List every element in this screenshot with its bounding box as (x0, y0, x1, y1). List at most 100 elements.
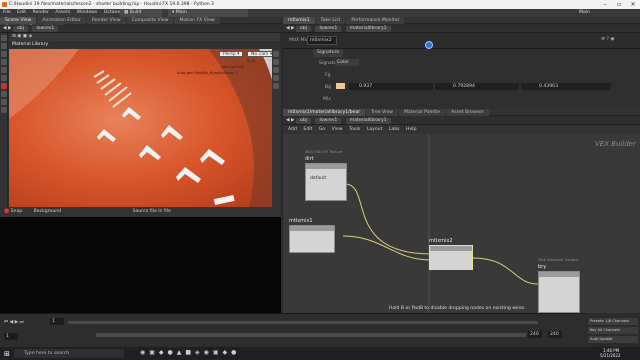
snap-icon[interactable]: ⬤ (4, 209, 9, 214)
pose-tool-icon[interactable] (1, 75, 7, 81)
bg-color-swatch[interactable] (336, 83, 345, 89)
network-path-materiallibrary1[interactable]: materiallibrary1 (345, 118, 391, 124)
viewport-header: Material Library (9, 41, 280, 49)
tab-performance-monitor[interactable]: Performance Monitor (346, 17, 405, 24)
tab-render-view[interactable]: Render View (86, 17, 126, 24)
tab-animation-editor[interactable]: Animation Editor (37, 17, 86, 24)
taskbar-app-icons[interactable]: ◉▣◆●▲■◈◉▣◆● (140, 349, 240, 356)
path-obj[interactable]: obj (296, 26, 312, 32)
camera-tool-icon[interactable] (1, 91, 7, 97)
param-header-icons[interactable]: ⚙ ? ◉ (601, 37, 615, 42)
persp-button[interactable]: Persp ▾ (219, 51, 244, 57)
desktop-main-right[interactable]: Main (575, 9, 615, 17)
key-all-channels[interactable]: Key All Channels (588, 327, 638, 334)
close-button[interactable]: ✕ (626, 0, 640, 9)
path-obj[interactable]: obj (13, 26, 29, 32)
shaded-icon[interactable] (273, 75, 279, 81)
background-label[interactable]: Background (34, 209, 61, 214)
viewport-info-2: aws.md 0.00 (221, 65, 245, 69)
net-menu-tools[interactable]: Tools (349, 127, 360, 132)
playback-controls[interactable]: ⏮ ◀ ▶ ⏭ (4, 319, 24, 325)
tab-asset-browser[interactable]: Asset Browser (446, 109, 489, 116)
rotate-tool-icon[interactable] (1, 51, 7, 57)
menu-octane[interactable]: Octane (104, 10, 121, 15)
menu-render[interactable]: Render (33, 10, 49, 15)
net-menu-edit[interactable]: Edit (303, 127, 312, 132)
net-menu-help[interactable]: Help (406, 127, 416, 132)
node-dirt-name: dirt (305, 156, 314, 162)
minimize-button[interactable]: – (598, 0, 612, 9)
tab-signature[interactable]: Signature (313, 49, 344, 57)
bg-b-field[interactable]: 0.43963 (521, 83, 611, 90)
bg-g-field[interactable]: 0.792894 (435, 83, 519, 90)
move-tool-icon[interactable] (1, 43, 7, 49)
node-mtlxmix1[interactable] (289, 225, 335, 253)
viewport-toolbar-icons[interactable]: ⊞ ◉ ▣ ◈ (12, 34, 32, 39)
net-menu-labs[interactable]: Labs (389, 127, 400, 132)
node-mtlxmix2[interactable] (429, 245, 473, 270)
network-path-lowres1[interactable]: lowres1 (315, 118, 342, 124)
end-frame-field[interactable]: 240 (528, 331, 542, 338)
desktop-main-label: Main (175, 10, 187, 15)
current-frame-field[interactable]: 1 (50, 318, 64, 325)
path-lowres1[interactable]: lowres1 (32, 26, 59, 32)
desktop-main-select[interactable]: ▾ Main (168, 9, 248, 17)
desktop-build-select[interactable]: ▦ Build (120, 9, 162, 17)
windows-start-icon[interactable]: ⊞ (4, 350, 10, 358)
snap-label[interactable]: Snap (11, 209, 23, 214)
select-tool-icon[interactable] (1, 35, 7, 41)
net-menu-layout[interactable]: Layout (367, 127, 383, 132)
path-lowres1[interactable]: lowres1 (315, 26, 342, 32)
net-menu-add[interactable]: Add (288, 127, 297, 132)
scene-viewport[interactable]: Persp ▾ No cam ▾ 0.00 aws.md 0.00 Auto-g… (9, 49, 280, 207)
ghost-icon[interactable] (273, 59, 279, 65)
empty-viewer-area (0, 217, 281, 313)
network-editor[interactable]: VEX Builder MtlX USD UV Texture dirt def… (283, 134, 640, 313)
network-nav-icon[interactable]: ◀ ▶ (286, 118, 295, 123)
maximize-button[interactable]: ▫ (612, 0, 626, 9)
back-arrow-icon[interactable]: ◀ ▶ (3, 26, 12, 31)
tab-network[interactable]: mtlxmix1/materiallibrary1/bear (283, 109, 366, 116)
nav-arrows-icon[interactable]: ◀ ▶ (286, 26, 295, 31)
tab-composite-view[interactable]: Composite View (126, 17, 174, 24)
tab-material-palette[interactable]: Material Palette (399, 109, 446, 116)
render-region-icon[interactable] (1, 83, 7, 89)
points-icon[interactable] (273, 83, 279, 89)
menu-windows[interactable]: Windows (77, 10, 98, 15)
node-name-field[interactable]: mtlxmix2 (307, 36, 337, 45)
tab-tree-view[interactable]: Tree View (366, 109, 399, 116)
taskbar-search[interactable]: Type here to search (14, 349, 124, 358)
bg-r-field[interactable]: 0.937 (349, 83, 433, 90)
path-materiallibrary1[interactable]: materiallibrary1 (345, 26, 391, 32)
tab-parameters[interactable]: mtlxmix1 (283, 17, 315, 24)
window-titlebar: C:/Houdini 19 files/materials/lesson2 - … (0, 0, 640, 9)
presets-channels[interactable]: Presets: 1/8 Channels (588, 318, 638, 325)
tab-motion-fx-view[interactable]: Motion FX View (174, 17, 220, 24)
net-menu-view[interactable]: View (332, 127, 343, 132)
range-slider[interactable] (96, 333, 526, 337)
menu-assets[interactable]: Assets (55, 10, 70, 15)
view-tool-icon[interactable] (1, 107, 7, 113)
light-tool-icon[interactable] (1, 99, 7, 105)
auto-update[interactable]: Auto Update (588, 336, 638, 343)
handle-tool-icon[interactable] (1, 67, 7, 73)
timeline-bar[interactable] (68, 321, 538, 324)
node-standard-surface[interactable] (538, 271, 580, 313)
node-dirt[interactable]: default (305, 163, 347, 201)
tab-take-list[interactable]: Take List (315, 17, 346, 24)
network-path-obj[interactable]: obj (296, 118, 312, 124)
taskbar-date: 5/21/2022 (600, 353, 621, 358)
signature-select[interactable]: Color (335, 59, 359, 66)
network-path: ◀ ▶ obj lowres1 materiallibrary1 (283, 117, 640, 125)
net-menu-go[interactable]: Go (319, 127, 325, 132)
menu-edit[interactable]: Edit (17, 10, 26, 15)
end-frame-field-2[interactable]: 240 (548, 331, 562, 338)
snap-bar: ⬤ Snap Background Source file in file (0, 207, 281, 217)
menu-file[interactable]: File (3, 10, 11, 15)
start-frame-field[interactable]: 1 (4, 333, 18, 340)
wireframe-icon[interactable] (273, 67, 279, 73)
tab-scene-view[interactable]: Scene View (0, 17, 37, 24)
display-options-icon[interactable] (273, 51, 279, 57)
scale-tool-icon[interactable] (1, 59, 7, 65)
source-file-label[interactable]: Source file in file (133, 209, 171, 214)
